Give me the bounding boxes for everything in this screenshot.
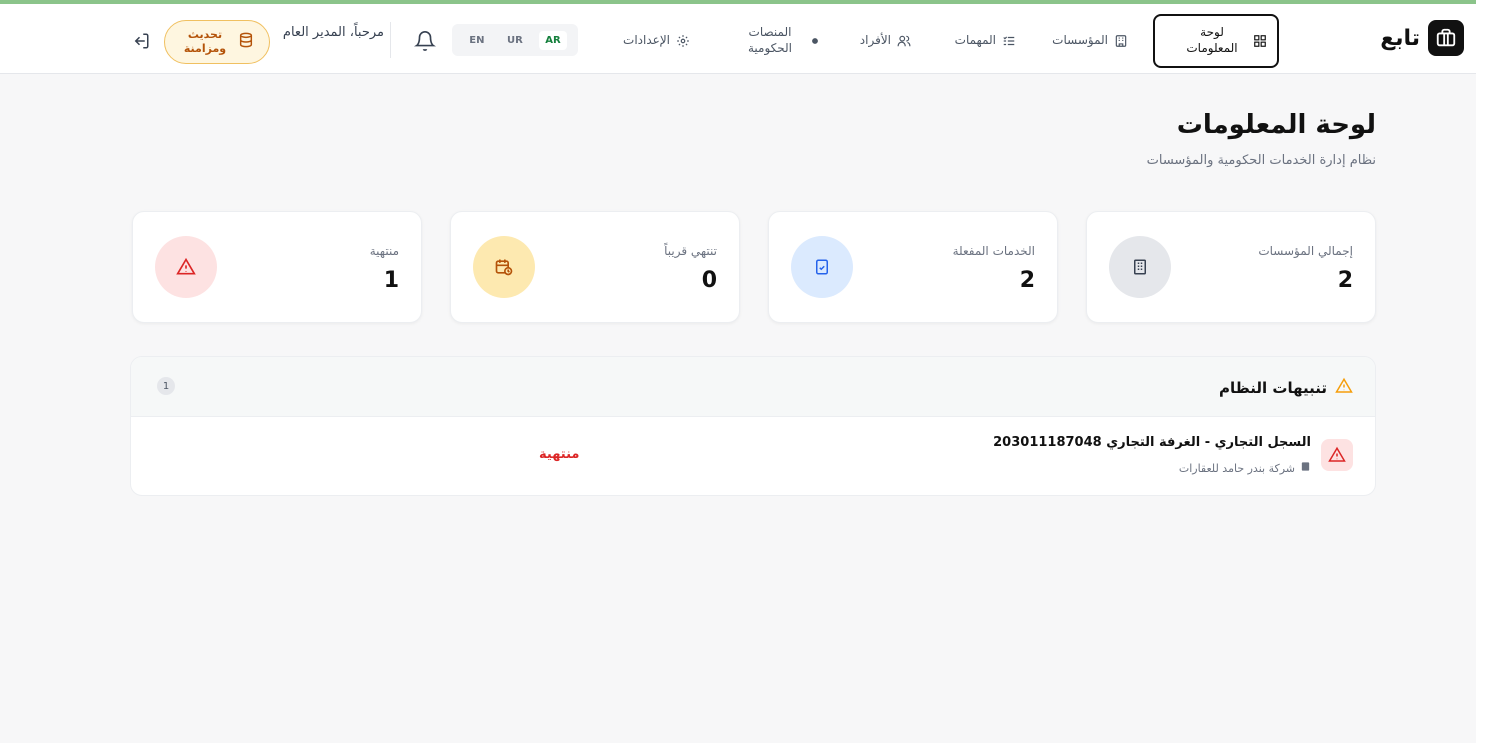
lang-en-button[interactable]: EN (463, 31, 490, 50)
nav-item-tasks[interactable]: المهمات (955, 14, 1016, 68)
stat-label: تنتهي قريباً (664, 244, 717, 258)
stat-value: 0 (701, 268, 717, 293)
nav-item-institutions[interactable]: المؤسسات (1052, 14, 1128, 68)
page-title: لوحة المعلومات (1176, 110, 1376, 140)
nav-label: لوحة المعلومات (1186, 25, 1238, 55)
warning-icon (155, 236, 217, 298)
settings-icon (676, 34, 690, 48)
top-navbar: تابع لوحة المعلومات المؤسسات المهمات الأ… (0, 4, 1476, 74)
file-check-icon (791, 236, 853, 298)
database-icon (238, 32, 254, 52)
logout-icon[interactable] (132, 32, 150, 50)
nav-divider (390, 22, 391, 58)
user-greeting: مرحباً، المدير العام (282, 25, 384, 40)
right-gutter (1476, 0, 1486, 743)
nav-label: المهمات (954, 33, 996, 48)
nav-item-individuals[interactable]: الأفراد (860, 14, 911, 68)
alerts-title-text: تنبيهات النظام (1219, 379, 1327, 397)
globe-icon (808, 34, 822, 48)
stat-card-institutions[interactable]: إجمالي المؤسسات 2 (1086, 211, 1376, 323)
nav-label: الإعدادات (623, 33, 670, 48)
tasks-icon (1002, 34, 1016, 48)
brand-logo-icon (1428, 20, 1464, 56)
nav-item-dashboard[interactable]: لوحة المعلومات (1153, 14, 1279, 68)
stat-label: منتهية (369, 244, 399, 258)
nav-label: المنصات الحكومية (747, 25, 793, 55)
alert-company-name: شركة بندر حامد للعقارات (1178, 461, 1295, 475)
alert-item[interactable]: السجل التجاري - الغرفة التجاري 203011187… (131, 417, 1375, 495)
nav-label: المؤسسات (1052, 33, 1108, 48)
system-alerts-panel: تنبيهات النظام 1 السجل التجاري - الغرفة … (130, 356, 1376, 496)
brand-name: تابع (1380, 25, 1420, 51)
stat-label: الخدمات المفعلة (952, 244, 1035, 258)
sync-label: تحديث ومزامنة (183, 28, 227, 55)
nav-item-settings[interactable]: الإعدادات (623, 14, 690, 68)
stat-card-expiring-soon[interactable]: تنتهي قريباً 0 (450, 211, 740, 323)
stat-card-active-services[interactable]: الخدمات المفعلة 2 (768, 211, 1058, 323)
sync-button[interactable]: تحديث ومزامنة (164, 20, 270, 64)
lang-ur-button[interactable]: UR (501, 31, 529, 50)
lang-ar-button[interactable]: AR (539, 30, 567, 50)
warning-icon (1335, 377, 1353, 399)
stat-card-expired[interactable]: منتهية 1 (132, 211, 422, 323)
users-icon (897, 34, 911, 48)
stat-label: إجمالي المؤسسات (1258, 244, 1353, 258)
stat-value: 2 (1337, 268, 1353, 293)
warning-icon (1321, 439, 1353, 471)
building-icon (1114, 34, 1128, 48)
calendar-clock-icon (473, 236, 535, 298)
building-icon (1109, 236, 1171, 298)
alerts-header: تنبيهات النظام 1 (131, 357, 1375, 417)
nav-item-gov-platforms[interactable]: المنصات الحكومية (738, 14, 822, 68)
page-subtitle: نظام إدارة الخدمات الحكومية والمؤسسات (1146, 153, 1376, 168)
alert-status-badge: منتهية (539, 447, 580, 462)
stats-cards: إجمالي المؤسسات 2 الخدمات المفعلة 2 تنته… (130, 211, 1376, 323)
alert-title: السجل التجاري - الغرفة التجاري 203011187… (993, 435, 1311, 450)
dashboard-icon (1253, 34, 1267, 48)
language-switcher: AR UR EN (452, 24, 578, 56)
notifications-bell-icon[interactable] (414, 30, 436, 52)
alerts-count-badge: 1 (157, 377, 175, 395)
brand[interactable]: تابع (1380, 20, 1464, 56)
stat-value: 2 (1019, 268, 1035, 293)
nav-label: الأفراد (859, 33, 891, 48)
alerts-title: تنبيهات النظام (1219, 377, 1353, 399)
building-icon (1300, 461, 1311, 475)
stat-value: 1 (383, 268, 399, 293)
alert-company: شركة بندر حامد للعقارات (1179, 461, 1311, 475)
